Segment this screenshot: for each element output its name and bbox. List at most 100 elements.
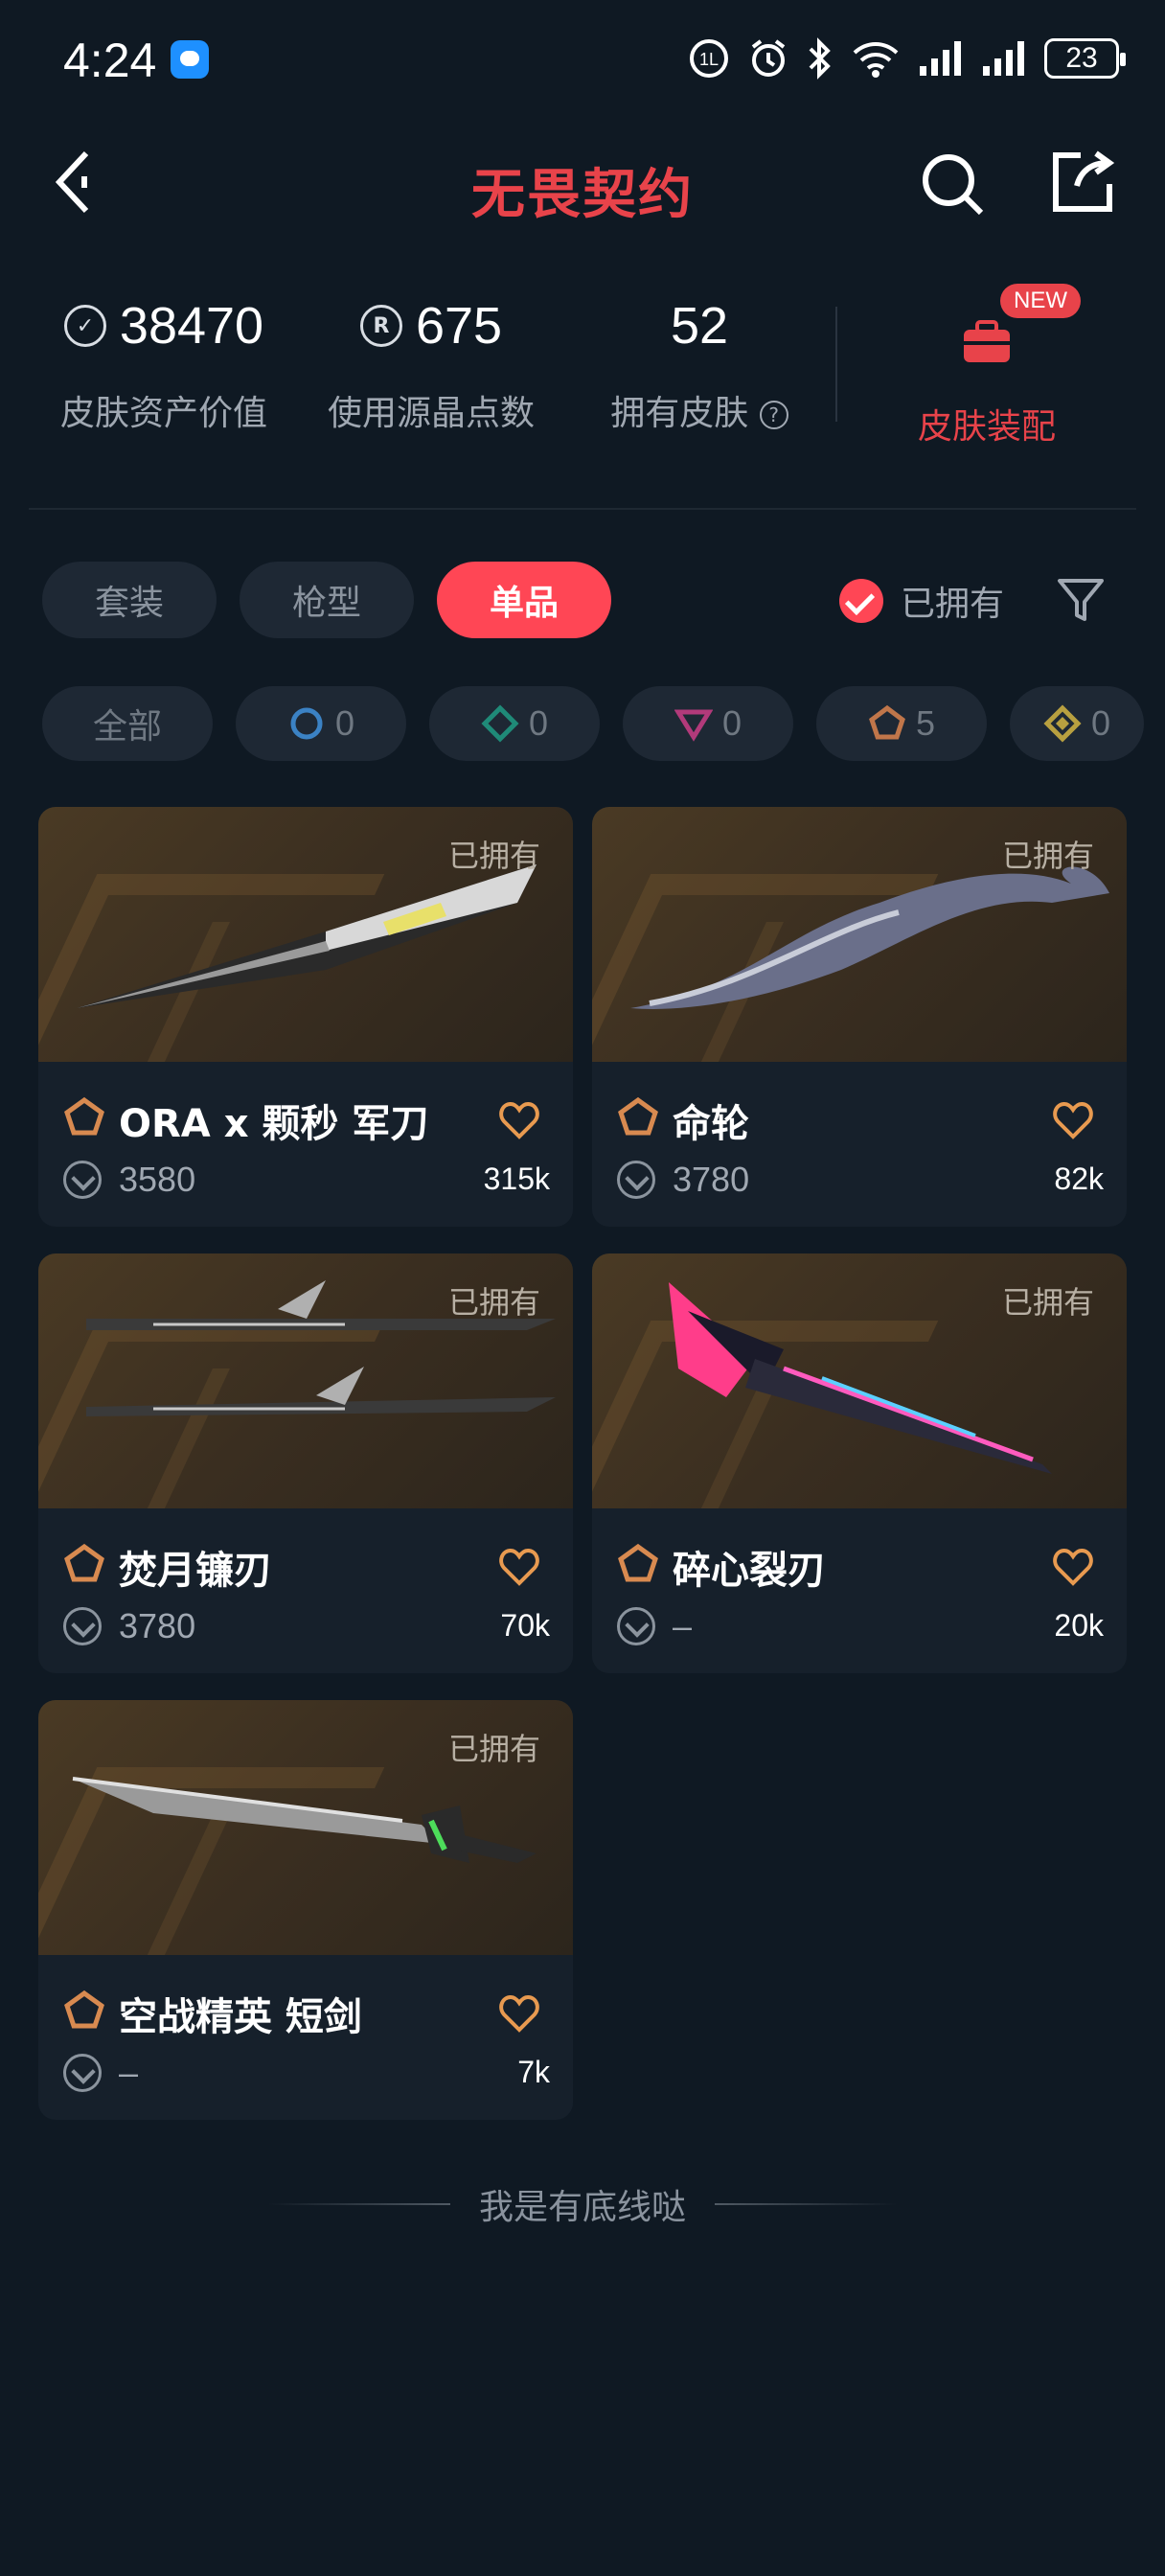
skin-card[interactable]: 已拥有 碎心裂刃 – 20k: [592, 1254, 1127, 1673]
tier-count: 0: [1090, 703, 1111, 743]
skin-card[interactable]: 已拥有 空战精英 短剑 – 7k: [38, 1700, 573, 2120]
ultra-tier-icon: [1043, 704, 1082, 743]
heart-icon[interactable]: [498, 1993, 540, 2034]
signal-1-icon: [920, 41, 961, 76]
owned-filter-toggle[interactable]: 已拥有: [839, 573, 1004, 629]
end-of-list: 我是有底线哒: [0, 2175, 1165, 2233]
skin-image: 已拥有: [592, 1254, 1127, 1508]
tier-chip-premium[interactable]: 0: [623, 686, 793, 761]
tier-chip-ultra[interactable]: 0: [1010, 686, 1144, 761]
heart-icon[interactable]: [498, 1547, 540, 1587]
divider: [835, 307, 837, 422]
like-count: 20k: [1054, 1608, 1104, 1643]
stat-radianite: R 675 使用源晶点数: [326, 288, 537, 435]
like-count: 315k: [483, 1162, 550, 1196]
message-notification-icon: [171, 40, 209, 79]
heart-icon[interactable]: [1052, 1547, 1094, 1587]
skin-name: 命轮: [673, 1102, 749, 1146]
owned-label: 已拥有: [1001, 1284, 1094, 1321]
hd-call-icon: 1L: [690, 39, 728, 78]
skin-image: 已拥有: [38, 1700, 573, 1955]
svg-text:1L: 1L: [699, 50, 719, 69]
skin-price: 3780: [119, 1606, 196, 1645]
filter-icon[interactable]: [1054, 573, 1108, 627]
skin-price: 3780: [673, 1160, 750, 1199]
divider: [29, 508, 1136, 510]
owned-label: 已拥有: [447, 1284, 540, 1321]
skin-price: 3580: [119, 1160, 196, 1199]
tier-filter-chips: 全部 0 0 0 5 0: [42, 686, 1144, 761]
category-tabs: 套装 枪型 单品: [42, 562, 611, 638]
vp-coin-icon: [617, 1607, 655, 1645]
exclusive-tier-icon: [869, 704, 905, 740]
exclusive-tier-icon: [64, 1990, 104, 2029]
stat-owned-skins: 52 拥有皮肤 ?: [604, 288, 795, 435]
skin-name: 空战精英 短剑: [119, 1995, 362, 2039]
skin-card[interactable]: 已拥有 ORA x 颗秒 军刀 3580 315k: [38, 807, 573, 1227]
owned-label: 已拥有: [447, 838, 540, 874]
tier-chip-deluxe[interactable]: 0: [429, 686, 600, 761]
exclusive-tier-icon: [618, 1096, 658, 1136]
signal-2-icon: [983, 41, 1024, 76]
like-count: 7k: [517, 2055, 550, 2089]
stat-skin-value: ✓ 38470 皮肤资产价值: [54, 288, 274, 435]
tier-count: 0: [721, 703, 742, 743]
bluetooth-icon: [809, 37, 831, 80]
vp-coin-icon: [617, 1161, 655, 1199]
stat-value: 38470: [119, 297, 264, 355]
heart-icon[interactable]: [498, 1100, 540, 1140]
stat-label: 皮肤资产价值: [59, 394, 267, 433]
tier-count: 0: [528, 703, 549, 743]
skin-price: –: [119, 2053, 139, 2092]
skin-card[interactable]: 已拥有 焚月镰刃 3780 70k: [38, 1254, 573, 1673]
deluxe-tier-icon: [481, 704, 519, 743]
divider: [715, 2203, 897, 2205]
stat-value: 52: [670, 297, 729, 355]
suitcase-icon: [964, 320, 1010, 362]
skin-image: 已拥有: [38, 807, 573, 1062]
heart-icon[interactable]: [1052, 1100, 1094, 1140]
stat-value: 675: [415, 297, 503, 355]
radianite-coin-icon: R: [359, 305, 402, 347]
premium-tier-icon: [674, 709, 713, 742]
owned-filter-label: 已拥有: [901, 585, 1005, 624]
skin-card[interactable]: 已拥有 命轮 3780 82k: [592, 807, 1127, 1227]
exclusive-tier-icon: [64, 1096, 104, 1136]
stat-label-row: 拥有皮肤 ?: [604, 385, 795, 435]
tab-single-items[interactable]: 单品: [437, 562, 611, 638]
page-title: 无畏契约: [471, 164, 694, 226]
status-icons: 1L 23: [688, 34, 1126, 82]
search-icon[interactable]: [918, 150, 987, 218]
tab-weapon-type[interactable]: 枪型: [240, 562, 414, 638]
wifi-icon: [853, 42, 899, 78]
vp-coin-icon: [63, 1161, 102, 1199]
select-tier-icon: [290, 707, 323, 740]
top-navigation: 无畏契约: [0, 134, 1165, 230]
vp-coin-icon: [63, 2054, 102, 2092]
new-badge: NEW: [1000, 284, 1081, 318]
share-icon[interactable]: [1048, 148, 1117, 217]
tier-chip-select[interactable]: 0: [236, 686, 406, 761]
help-icon[interactable]: ?: [759, 401, 788, 429]
skin-name: 碎心裂刃: [673, 1549, 826, 1593]
tab-bundles[interactable]: 套装: [42, 562, 217, 638]
owned-label: 已拥有: [447, 1731, 540, 1767]
stats-panel: ✓ 38470 皮肤资产价值 R 675 使用源晶点数 52 拥有皮肤 ? NE…: [0, 284, 1165, 450]
battery-indicator: 23: [1044, 38, 1126, 79]
tier-chip-exclusive[interactable]: 5: [816, 686, 987, 761]
skin-image: 已拥有: [592, 807, 1127, 1062]
checkbox-checked-icon[interactable]: [839, 579, 883, 623]
tier-count: 5: [915, 703, 936, 743]
end-of-list-text: 我是有底线哒: [478, 2188, 686, 2227]
stat-label: 拥有皮肤: [610, 394, 749, 433]
clock: 4:24: [63, 34, 157, 87]
like-count: 70k: [500, 1608, 550, 1643]
stat-label: 使用源晶点数: [327, 394, 535, 433]
status-bar: 4:24 1L 23: [0, 0, 1165, 115]
tier-chip-all[interactable]: 全部: [42, 686, 213, 761]
exclusive-tier-icon: [64, 1543, 104, 1582]
alarm-icon: [751, 39, 786, 77]
vp-coin-icon: ✓: [63, 305, 106, 347]
skin-name: 焚月镰刃: [119, 1549, 272, 1593]
skin-equip-button[interactable]: NEW 皮肤装配: [901, 284, 1081, 448]
